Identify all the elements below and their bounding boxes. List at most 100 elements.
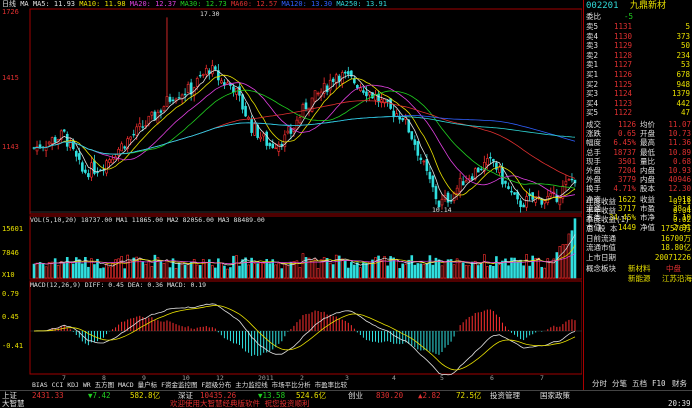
capital-label: 上市日期	[586, 252, 616, 262]
candle-body	[84, 169, 87, 173]
order-price[interactable]: 1128	[614, 51, 632, 60]
candle-body	[120, 143, 123, 152]
candle-body	[232, 86, 235, 93]
indicator-tab[interactable]: KDJ	[67, 381, 83, 389]
volume-bar	[298, 267, 302, 279]
volume-bar	[283, 263, 287, 279]
candle-body	[129, 136, 133, 140]
stat-value: 40946	[668, 175, 691, 185]
volume-bar	[32, 263, 36, 279]
candle-body	[486, 158, 489, 166]
volume-bar	[383, 256, 386, 279]
volume-bar	[65, 257, 69, 279]
quote-stat-row: 换手 4.71% 股本 12.30	[584, 184, 692, 193]
sector-extra-1[interactable]: 江苏沿海	[662, 274, 692, 283]
indicator-tab[interactable]: F超级分布	[201, 381, 235, 389]
status-item: 2431.33	[32, 391, 64, 400]
order-price[interactable]: 1125	[614, 80, 632, 89]
indicator-tab[interactable]: 五方图	[95, 381, 118, 389]
candle-body	[250, 118, 253, 133]
kline-chart-area[interactable]: 日线 MA MA5: 11.93 MA10: 11.98 MA20: 12.37…	[0, 0, 583, 390]
order-price[interactable]: 1126	[614, 70, 632, 79]
stat-value: 0.68	[672, 156, 691, 166]
volume-bar	[380, 259, 383, 279]
quote-tab[interactable]: 分时	[592, 379, 607, 389]
sector-extra-0[interactable]: 新能源	[628, 274, 651, 283]
candle-body	[555, 194, 559, 202]
indicator-tab[interactable]: 量户标	[138, 381, 161, 389]
volume-bar	[53, 258, 57, 279]
candle-body	[271, 143, 275, 148]
order-price[interactable]: 1129	[614, 41, 632, 50]
volume-bar	[401, 263, 405, 279]
candle-body	[455, 187, 459, 194]
quote-tabbar: 分时 分笔 五档 F10 财务	[584, 379, 692, 389]
stat-value: 6.45%	[613, 138, 636, 148]
volume-bar	[177, 262, 181, 279]
volume-bar	[316, 268, 320, 279]
candle-body	[108, 159, 111, 163]
candle-body	[434, 186, 438, 200]
volume-bar	[413, 264, 417, 279]
volume-bar	[129, 260, 133, 279]
sector-1[interactable]: 中盘	[666, 264, 681, 273]
candle-body	[492, 159, 495, 162]
volume-bar	[531, 255, 534, 279]
indicator-tab[interactable]: F资金监控图	[161, 381, 201, 389]
volume-bar	[144, 263, 148, 279]
indicator-tab[interactable]: MACD	[118, 381, 138, 389]
order-price[interactable]: 1123	[614, 99, 632, 108]
stat-value: 4.71%	[613, 184, 636, 194]
volume-bar	[461, 262, 465, 279]
volume-bar	[81, 263, 84, 279]
stat-value: 1126	[617, 120, 636, 129]
candle-body	[504, 180, 507, 184]
volume-bar	[395, 259, 398, 279]
order-price[interactable]: 1122	[614, 108, 632, 117]
candle-body	[558, 196, 562, 206]
candle-body	[78, 153, 81, 160]
sector-label: 概念板块	[586, 264, 616, 273]
volume-bar	[198, 265, 202, 279]
order-volume: 53	[680, 60, 690, 69]
kline-chart-svg[interactable]	[0, 0, 583, 390]
quote-stat-row: 总手 18737 最低 10.89	[584, 148, 692, 157]
volume-bar	[431, 264, 435, 279]
candle-body	[362, 90, 365, 93]
candle-body	[422, 160, 426, 163]
volume-bar	[123, 268, 126, 279]
candle-body	[141, 126, 145, 128]
indicator-tab[interactable]: BIAS	[32, 381, 52, 389]
ma-legend-item: MA MA5: 11.93	[20, 0, 76, 8]
return-row: 半年收益 0.04	[584, 206, 692, 215]
quote-stat-row: 外盘 3779 内盘 40946	[584, 175, 692, 184]
quote-tab[interactable]: 五档	[632, 379, 647, 389]
order-price[interactable]: 1124	[614, 89, 632, 98]
indicator-tab[interactable]: WR	[83, 381, 95, 389]
order-label: 买2	[586, 79, 599, 89]
quote-tab[interactable]: 财务	[672, 379, 687, 389]
volume-bar	[368, 262, 371, 279]
candle-body	[458, 177, 462, 192]
indicator-tab[interactable]: CCI	[52, 381, 68, 389]
order-price[interactable]: 1127	[614, 60, 632, 69]
stat-value: 10.73	[668, 129, 691, 139]
quote-tab[interactable]: F10	[652, 379, 666, 389]
order-label: 卖5	[586, 22, 599, 31]
order-price[interactable]: 1130	[614, 32, 632, 41]
order-label: 买4	[586, 98, 599, 108]
candle-body	[274, 147, 278, 150]
quote-tab[interactable]: 分笔	[612, 379, 627, 389]
volume-bar	[277, 262, 281, 279]
candle-body	[331, 78, 335, 82]
sector-0[interactable]: 新材料	[628, 264, 651, 273]
status-item: ▲2.82	[418, 391, 441, 400]
status-item[interactable]: 国家政策	[540, 392, 570, 400]
stat-label: 总手	[586, 147, 601, 157]
indicator-tab[interactable]: 主力监控线	[235, 381, 271, 389]
indicator-tab[interactable]: 市场平比分析	[272, 381, 315, 389]
period-label[interactable]: 日线	[2, 0, 16, 8]
order-price[interactable]: 1131	[614, 22, 632, 31]
indicator-tab[interactable]: 市盈率比较	[315, 381, 348, 389]
status-item[interactable]: 投资管理	[490, 392, 520, 400]
